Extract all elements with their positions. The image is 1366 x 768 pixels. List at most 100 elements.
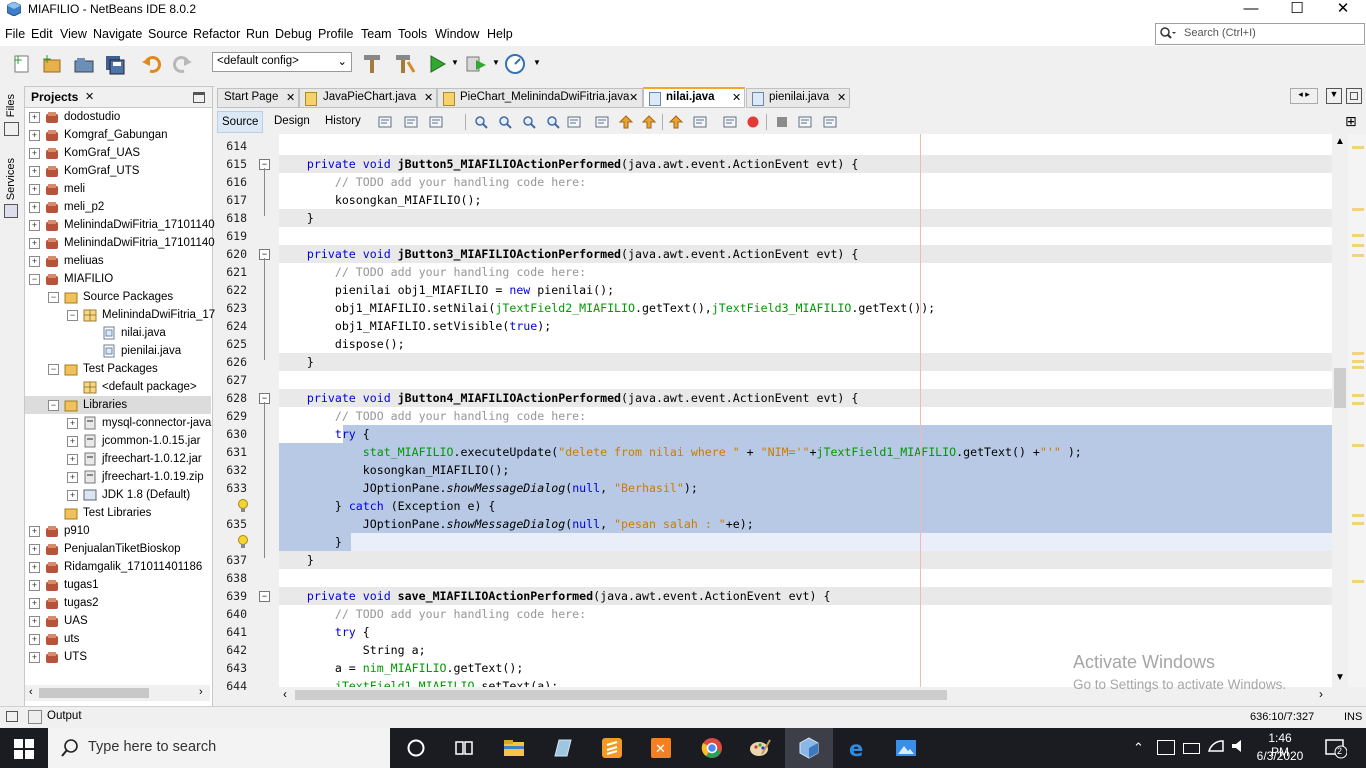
last-edit-icon[interactable]: [377, 114, 393, 130]
tree-item[interactable]: + Komgraf_Gabungan: [25, 126, 211, 144]
code-line[interactable]: pienilai obj1_MIAFILIO = new pienilai();: [279, 281, 1332, 299]
tree-item[interactable]: + p910: [25, 522, 211, 540]
edge-icon[interactable]: e: [846, 736, 870, 761]
toggle-bookmark-icon[interactable]: [668, 114, 684, 130]
stop-macro-icon[interactable]: [774, 114, 790, 130]
shift-left-icon[interactable]: [692, 114, 708, 130]
find-selection-icon[interactable]: [545, 114, 561, 130]
tree-item[interactable]: + meliuas: [25, 252, 211, 270]
new-project-icon[interactable]: +: [40, 52, 64, 76]
error-stripe-mark[interactable]: [1352, 394, 1364, 397]
open-project-icon[interactable]: [72, 52, 96, 76]
code-line[interactable]: // TODO add your handling code here:: [279, 263, 1332, 281]
expand-icon[interactable]: +: [29, 130, 40, 141]
projects-hscroll[interactable]: ‹ ›: [25, 685, 210, 701]
menu-profile[interactable]: Profile: [318, 27, 353, 41]
minimize-button[interactable]: —: [1228, 0, 1274, 24]
next-bookmark-icon[interactable]: [641, 114, 657, 130]
comment-icon[interactable]: [797, 114, 813, 130]
undo-icon[interactable]: [140, 52, 164, 76]
files-tab[interactable]: Files: [5, 94, 17, 117]
tree-item[interactable]: + UTS: [25, 648, 211, 666]
windows-start-icon[interactable]: [14, 739, 34, 762]
code-line[interactable]: kosongkan_MIAFILIO();: [279, 191, 1332, 209]
code-line[interactable]: // TODO add your handling code here:: [279, 605, 1332, 623]
tree-item[interactable]: + JDK 1.8 (Default): [25, 486, 211, 504]
expand-icon[interactable]: +: [29, 616, 40, 627]
previous-bookmark-icon[interactable]: [618, 114, 634, 130]
code-line[interactable]: private void jButton3_MIAFILIOActionPerf…: [279, 245, 1332, 263]
expand-icon[interactable]: +: [29, 220, 40, 231]
tab-pienilai[interactable]: pienilai.java ✕: [746, 88, 850, 108]
code-line[interactable]: private void jButton5_MIAFILIOActionPerf…: [279, 155, 1332, 173]
tree-item[interactable]: − MIAFILIO: [25, 270, 211, 288]
collapse-icon[interactable]: −: [67, 310, 78, 321]
expand-icon[interactable]: +: [29, 238, 40, 249]
sublime-text-icon[interactable]: [600, 736, 624, 760]
output-tab[interactable]: Output: [47, 710, 82, 722]
expand-icon[interactable]: +: [29, 544, 40, 555]
tree-item[interactable]: nilai.java: [25, 324, 211, 342]
code-line[interactable]: private void jButton4_MIAFILIOActionPerf…: [279, 389, 1332, 407]
toggle-highlight-icon[interactable]: [566, 114, 582, 130]
code-line[interactable]: }: [279, 209, 1332, 227]
debug-dropdown-icon[interactable]: ▼: [492, 58, 500, 67]
scroll-thumb[interactable]: [39, 688, 149, 698]
profile-icon[interactable]: [504, 52, 528, 76]
expand-icon[interactable]: +: [29, 202, 40, 213]
error-stripe-mark[interactable]: [1352, 352, 1364, 355]
tree-item[interactable]: − Libraries: [25, 396, 211, 414]
tree-item[interactable]: + jcommon-1.0.15.jar: [25, 432, 211, 450]
maximize-button[interactable]: ☐: [1274, 0, 1320, 24]
tree-item[interactable]: + jfreechart-1.0.19.zip: [25, 468, 211, 486]
code-line[interactable]: try {: [279, 425, 1332, 443]
expand-icon[interactable]: +: [67, 418, 78, 429]
expand-icon[interactable]: +: [67, 454, 78, 465]
forward-icon[interactable]: [428, 114, 444, 130]
restore-icon[interactable]: [6, 711, 18, 722]
design-view-button[interactable]: Design: [270, 111, 314, 131]
tree-item[interactable]: Test Libraries: [25, 504, 211, 522]
split-editor-icon[interactable]: ⊞: [1345, 113, 1357, 130]
config-select[interactable]: <default config> ⌄: [212, 52, 352, 72]
menu-tools[interactable]: Tools: [398, 27, 427, 41]
tree-item[interactable]: + MelinindaDwiFitria_171011401: [25, 234, 221, 252]
hint-bulb-icon[interactable]: [237, 499, 249, 516]
expand-icon[interactable]: +: [29, 562, 40, 573]
taskbar-search[interactable]: Type here to search: [48, 728, 390, 768]
code-editor[interactable]: private void jButton5_MIAFILIOActionPerf…: [279, 134, 1332, 687]
error-stripe-mark[interactable]: [1352, 444, 1364, 447]
find-icon[interactable]: [473, 114, 489, 130]
back-icon[interactable]: [403, 114, 419, 130]
menu-window[interactable]: Window: [435, 27, 479, 41]
notes-app-icon[interactable]: [551, 736, 575, 760]
tree-item[interactable]: + dodostudio: [25, 108, 211, 126]
error-stripe-mark[interactable]: [1352, 208, 1364, 211]
expand-icon[interactable]: +: [29, 526, 40, 537]
tree-item[interactable]: − Source Packages: [25, 288, 211, 306]
collapse-icon[interactable]: −: [48, 400, 59, 411]
tree-item[interactable]: + PenjualanTiketBioskop: [25, 540, 211, 558]
find-next-icon[interactable]: [521, 114, 537, 130]
tree-item[interactable]: + tugas2: [25, 594, 211, 612]
error-stripe-mark[interactable]: [1352, 514, 1364, 517]
expand-icon[interactable]: +: [67, 490, 78, 501]
run-icon[interactable]: [425, 52, 449, 76]
redo-icon[interactable]: [170, 52, 194, 76]
error-stripe-mark[interactable]: [1352, 254, 1364, 257]
code-line[interactable]: }: [279, 353, 1332, 371]
run-dropdown-icon[interactable]: ▼: [451, 58, 459, 67]
code-line[interactable]: stat_MIAFILIO.executeUpdate("delete from…: [279, 443, 1332, 461]
code-line[interactable]: try {: [279, 623, 1332, 641]
expand-icon[interactable]: +: [29, 598, 40, 609]
tree-item[interactable]: <default package>: [25, 378, 211, 396]
code-line[interactable]: }: [279, 551, 1332, 569]
tree-item[interactable]: − MelinindaDwiFitria_17: [25, 306, 215, 324]
expand-icon[interactable]: +: [29, 112, 40, 123]
clock-date[interactable]: 6/3/2020: [1254, 749, 1306, 763]
network-status-icon[interactable]: [1157, 740, 1175, 755]
task-view-icon[interactable]: [452, 736, 476, 760]
menu-edit[interactable]: Edit: [31, 27, 53, 41]
expand-icon[interactable]: +: [29, 166, 40, 177]
build-icon[interactable]: [360, 52, 384, 76]
